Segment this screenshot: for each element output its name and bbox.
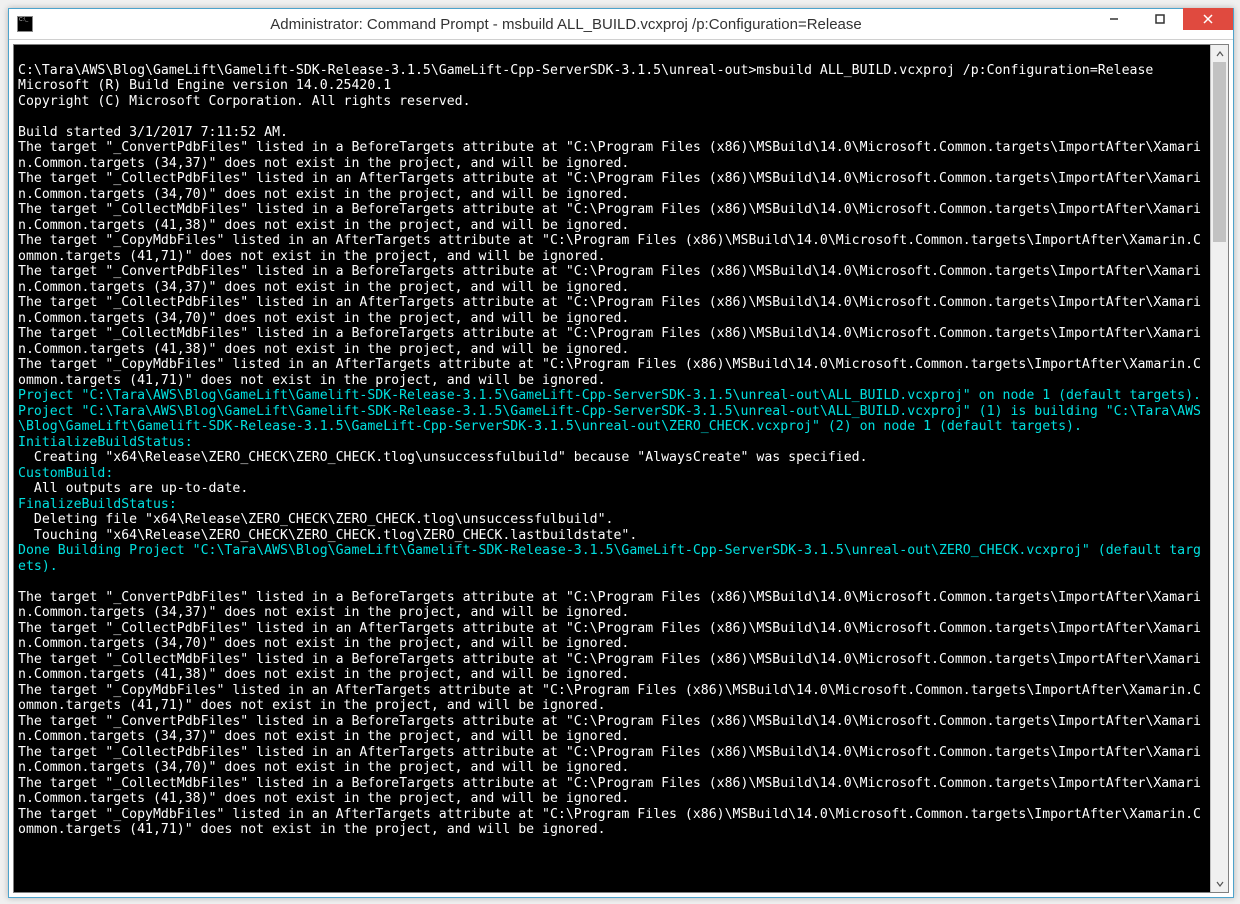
- console-line: The target "_ConvertPdbFiles" listed in …: [18, 590, 1201, 621]
- maximize-icon: [1155, 14, 1165, 24]
- console-line: The target "_ConvertPdbFiles" listed in …: [18, 140, 1201, 171]
- console-line: All outputs are up-to-date.: [18, 481, 248, 496]
- console-line: The target "_ConvertPdbFiles" listed in …: [18, 264, 1201, 295]
- console-line: CustomBuild:: [18, 466, 113, 481]
- console-line: The target "_CollectPdbFiles" listed in …: [18, 621, 1201, 652]
- close-button[interactable]: [1183, 8, 1233, 30]
- console-line: InitializeBuildStatus:: [18, 435, 193, 450]
- console-line: Deleting file "x64\Release\ZERO_CHECK\ZE…: [18, 512, 613, 527]
- console-line: The target "_CopyMdbFiles" listed in an …: [18, 233, 1201, 264]
- console-line: Copyright (C) Microsoft Corporation. All…: [18, 94, 471, 109]
- console-line: The target "_CollectMdbFiles" listed in …: [18, 776, 1201, 807]
- console-line: C:\Tara\AWS\Blog\GameLift\Gamelift-SDK-R…: [18, 63, 1153, 78]
- close-icon: [1203, 14, 1213, 24]
- minimize-icon: [1109, 14, 1119, 24]
- console-line: Creating "x64\Release\ZERO_CHECK\ZERO_CH…: [18, 450, 868, 465]
- console-line: The target "_CollectPdbFiles" listed in …: [18, 295, 1201, 326]
- scroll-up-button[interactable]: [1211, 45, 1228, 62]
- console-line: The target "_CollectPdbFiles" listed in …: [18, 171, 1201, 202]
- chevron-up-icon: [1216, 50, 1224, 58]
- window-controls: [1091, 9, 1233, 39]
- console-line: Project "C:\Tara\AWS\Blog\GameLift\Gamel…: [18, 388, 1201, 403]
- console-line: The target "_CollectMdbFiles" listed in …: [18, 326, 1201, 357]
- console-line: Microsoft (R) Build Engine version 14.0.…: [18, 78, 391, 93]
- console-line: The target "_CopyMdbFiles" listed in an …: [18, 357, 1201, 388]
- console-line: Touching "x64\Release\ZERO_CHECK\ZERO_CH…: [18, 528, 637, 543]
- console-line: The target "_CollectMdbFiles" listed in …: [18, 202, 1201, 233]
- console-output[interactable]: C:\Tara\AWS\Blog\GameLift\Gamelift-SDK-R…: [14, 45, 1210, 892]
- console-area: C:\Tara\AWS\Blog\GameLift\Gamelift-SDK-R…: [13, 44, 1229, 893]
- titlebar[interactable]: Administrator: Command Prompt - msbuild …: [9, 9, 1233, 40]
- console-line: Done Building Project "C:\Tara\AWS\Blog\…: [18, 543, 1201, 574]
- console-line: FinalizeBuildStatus:: [18, 497, 177, 512]
- scroll-down-button[interactable]: [1211, 875, 1228, 892]
- console-line: The target "_ConvertPdbFiles" listed in …: [18, 714, 1201, 745]
- scroll-thumb[interactable]: [1213, 62, 1226, 242]
- console-line: The target "_CopyMdbFiles" listed in an …: [18, 807, 1201, 838]
- scroll-track[interactable]: [1211, 62, 1228, 875]
- chevron-down-icon: [1216, 880, 1224, 888]
- vertical-scrollbar[interactable]: [1210, 45, 1228, 892]
- cmd-icon: [17, 16, 33, 32]
- console-line: Project "C:\Tara\AWS\Blog\GameLift\Gamel…: [18, 404, 1201, 435]
- console-line: The target "_CopyMdbFiles" listed in an …: [18, 683, 1201, 714]
- console-line: The target "_CollectMdbFiles" listed in …: [18, 652, 1201, 683]
- window-title: Administrator: Command Prompt - msbuild …: [41, 16, 1091, 33]
- command-prompt-window: Administrator: Command Prompt - msbuild …: [8, 8, 1234, 898]
- maximize-button[interactable]: [1137, 8, 1183, 30]
- minimize-button[interactable]: [1091, 8, 1137, 30]
- console-line: Build started 3/1/2017 7:11:52 AM.: [18, 125, 288, 140]
- console-line: The target "_CollectPdbFiles" listed in …: [18, 745, 1201, 776]
